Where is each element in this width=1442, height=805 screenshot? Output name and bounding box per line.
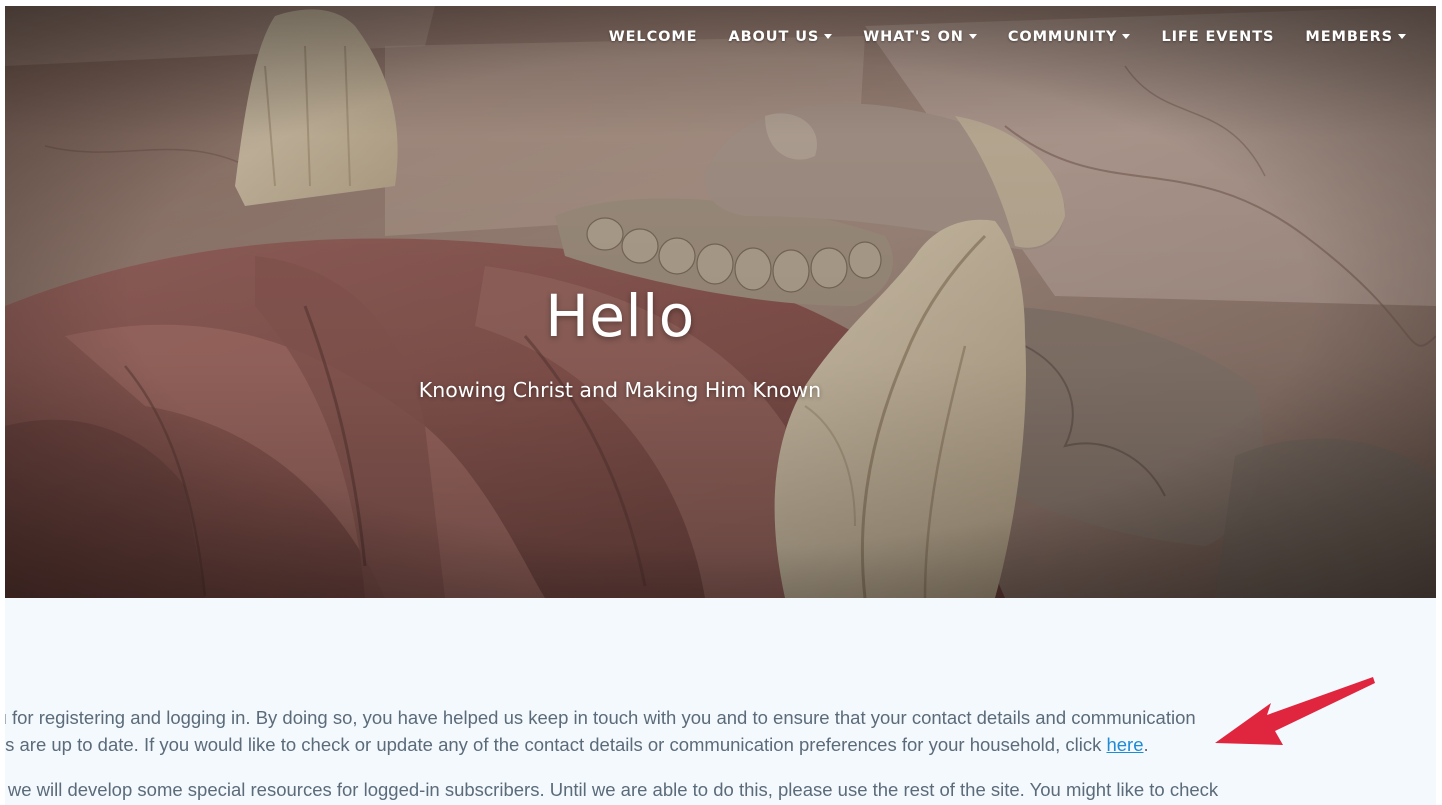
nav-label: ABOUT US xyxy=(728,29,820,45)
resources-paragraph: me we will develop some special resource… xyxy=(5,776,1436,803)
paragraph-text: ences are up to date. If you would like … xyxy=(5,734,1107,755)
nav-label: COMMUNITY xyxy=(1007,29,1118,45)
caret-down-icon xyxy=(824,33,833,39)
update-preferences-link[interactable]: here xyxy=(1106,734,1143,755)
nav-label: LIFE EVENTS xyxy=(1161,29,1275,45)
paragraph-text: . xyxy=(1143,734,1149,755)
hero-banner: WELCOME ABOUT US WHAT'S ON COMMUNITY LIF… xyxy=(5,6,1436,598)
nav-label: WELCOME xyxy=(608,29,698,45)
paragraph-line: me we will develop some special resource… xyxy=(5,779,1219,800)
nav-item-about-us[interactable]: ABOUT US xyxy=(728,29,833,45)
main-navigation: WELCOME ABOUT US WHAT'S ON COMMUNITY LIF… xyxy=(578,6,1436,68)
nav-label: WHAT'S ON xyxy=(863,29,964,45)
nav-item-whats-on[interactable]: WHAT'S ON xyxy=(863,29,977,45)
red-pointer-arrow-icon xyxy=(1215,677,1375,745)
nav-item-welcome[interactable]: WELCOME xyxy=(609,29,698,45)
nav-item-life-events[interactable]: LIFE EVENTS xyxy=(1161,29,1274,45)
caret-down-icon xyxy=(968,33,977,39)
nav-item-members[interactable]: MEMBERS xyxy=(1305,29,1406,45)
hero-subtitle: Knowing Christ and Making Him Known xyxy=(418,378,822,402)
caret-down-icon xyxy=(1122,33,1131,39)
nav-item-community[interactable]: COMMUNITY xyxy=(1008,29,1131,45)
nav-label: MEMBERS xyxy=(1305,29,1393,45)
caret-down-icon xyxy=(1398,33,1406,39)
hero-title: Hello xyxy=(545,282,695,350)
